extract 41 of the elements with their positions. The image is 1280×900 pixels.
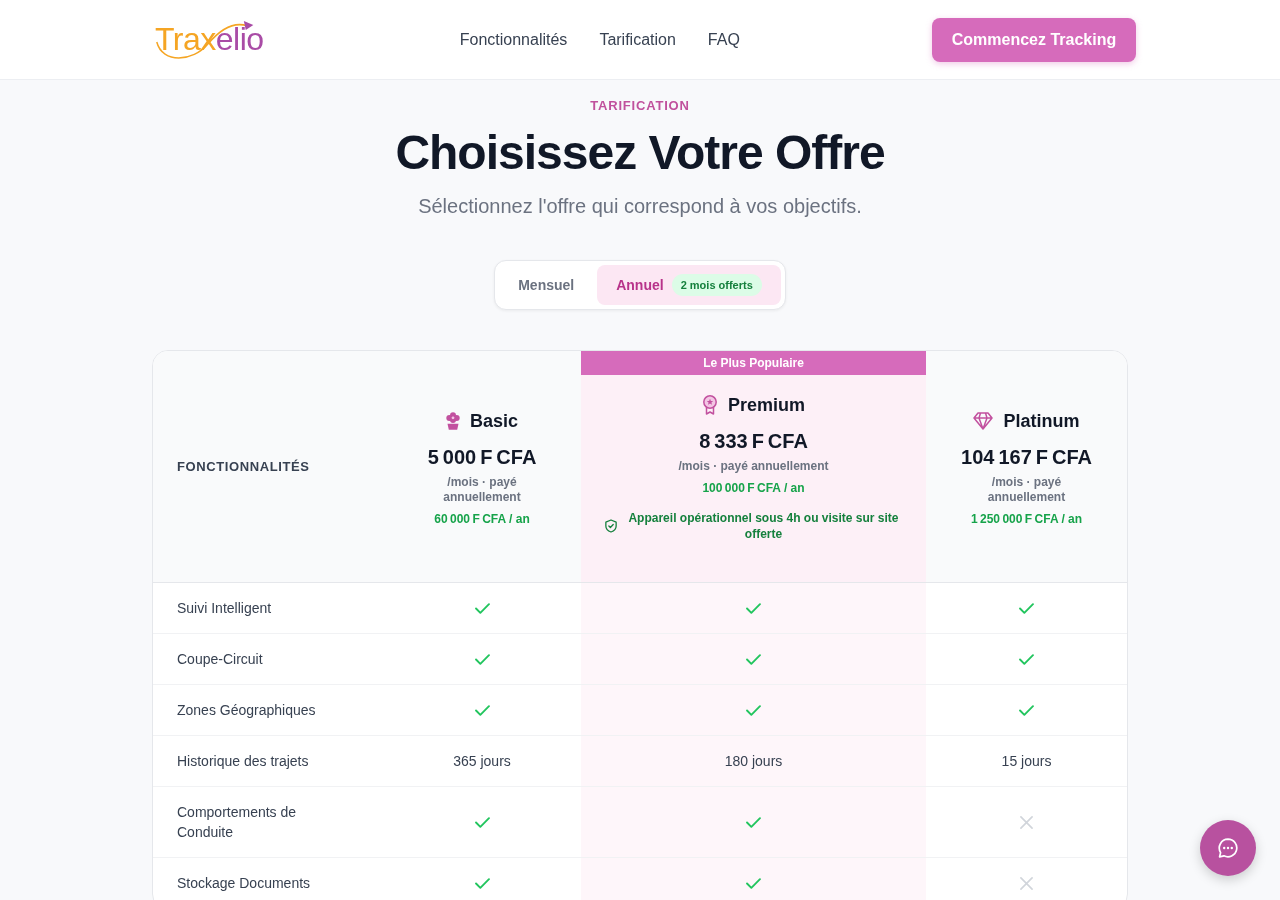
plan-price: 8 333 F CFA: [699, 429, 808, 454]
yearly-price: 60 000 F CFA / an: [434, 510, 530, 527]
start-tracking-button[interactable]: Commencez Tracking: [932, 17, 1136, 62]
billing-period-note: /mois · payé annuellement: [986, 474, 1067, 505]
discount-badge: 2 mois offerts: [671, 274, 762, 296]
section-subtitle: Sélectionnez l'offre qui correspond à vos objectifs.: [417, 194, 863, 219]
billing-period-tab[interactable]: Annuel 2 mois offerts: [597, 265, 781, 305]
plan-price: 5 000 F CFA: [427, 444, 537, 470]
logo-link[interactable]: Traxelio: [144, 17, 268, 62]
billing-period-tab[interactable]: Mensuel: [499, 265, 594, 305]
feature-label: Zones Géographiques: [177, 702, 316, 718]
section-title: Choisissez Votre Offre: [394, 125, 886, 181]
shield-check-icon: [605, 519, 617, 533]
medal-icon: [702, 395, 718, 415]
nav-link[interactable]: Tarification: [599, 28, 676, 51]
feature-label: Stockage Documents: [177, 875, 311, 891]
billing-period-note: /mois · payé annuellement: [442, 474, 522, 505]
flower-icon: [445, 411, 460, 430]
nav-link[interactable]: Fonctionnalités: [459, 28, 568, 51]
plan-name: Premium: [728, 394, 805, 417]
plan-value-text: 15 jours: [1001, 752, 1052, 771]
billing-period-note: /mois · payé annuellement: [678, 459, 829, 474]
nav-link[interactable]: FAQ: [707, 28, 740, 51]
feature-label: Comportements de Conduite: [177, 804, 297, 840]
plan-value-text: 180 jours: [724, 752, 783, 771]
plan-name: Platinum: [1003, 409, 1080, 433]
chat-button[interactable]: [1200, 820, 1256, 876]
feature-label: Suivi Intelligent: [177, 600, 272, 616]
popular-ribbon: Le Plus Populaire: [581, 351, 926, 375]
plan-name: Basic: [469, 409, 518, 433]
diamond-icon: [973, 411, 994, 430]
guarantee-text: Appareil opérationnel sous 4h ou visite sur site offerte: [627, 510, 900, 542]
section-eyebrow: TARIFICATION: [589, 97, 691, 115]
yearly-price: 1 250 000 F CFA / an: [970, 510, 1083, 527]
feature-label: Historique des trajets: [177, 753, 309, 769]
feature-label: Coupe-Circuit: [177, 651, 263, 667]
plan-price: 104 167 F CFA: [961, 444, 1092, 470]
yearly-price: 100 000 F CFA / an: [702, 480, 805, 496]
chat-bubble-icon: [1218, 838, 1238, 858]
plan-value-text: 365 jours: [453, 752, 511, 771]
feature-column-heading: FONCTIONNALITÉS: [177, 459, 310, 474]
